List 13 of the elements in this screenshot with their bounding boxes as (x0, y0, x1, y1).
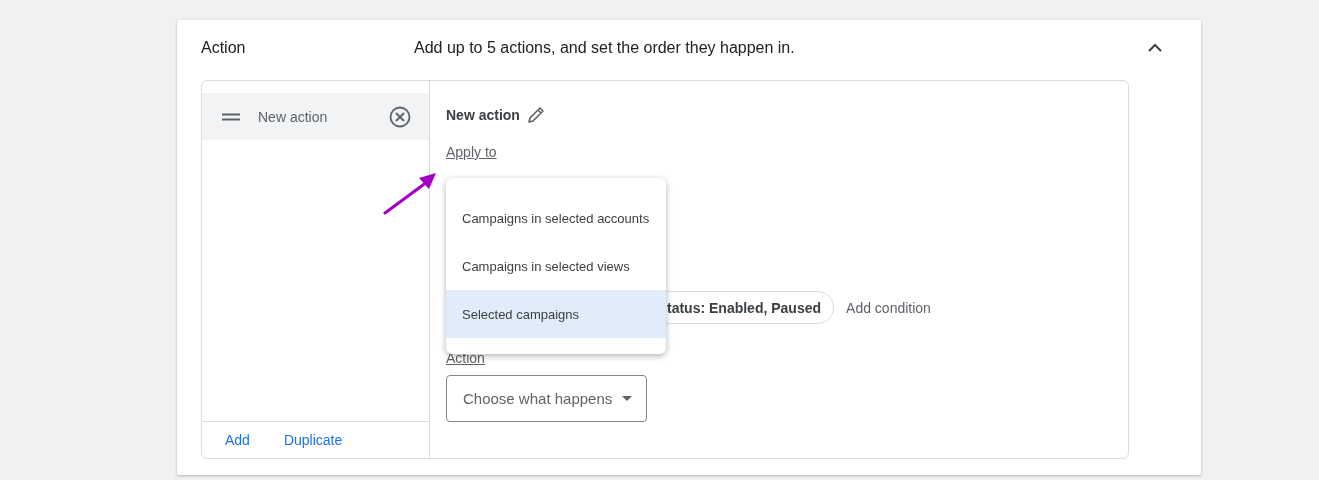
field-label: Action (446, 350, 485, 366)
footer-link[interactable]: Add (225, 432, 250, 448)
action-list-item[interactable]: New action (202, 93, 429, 140)
field-label: Apply to (446, 144, 497, 160)
action-title: New action (446, 107, 520, 123)
menu-option[interactable]: Campaigns in selected views (446, 242, 666, 290)
action-select[interactable]: Choose what happens (446, 375, 648, 422)
menu-option[interactable]: Campaigns in selected accounts (446, 194, 666, 242)
section-title: Action (201, 39, 247, 57)
menu-option[interactable]: Selected campaigns (446, 290, 666, 338)
footer-link[interactable]: Duplicate (283, 432, 343, 448)
add-condition-link[interactable]: Add condition (846, 299, 931, 316)
section-description: Add up to 5 actions, and set the order they happen in. (414, 39, 796, 57)
